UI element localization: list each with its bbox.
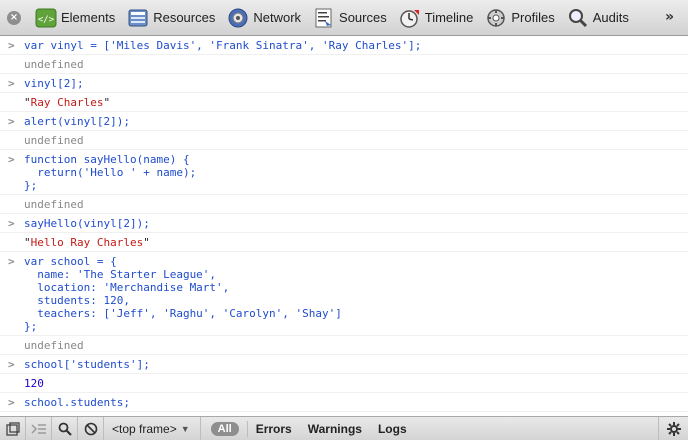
prompt-icon: >	[8, 115, 15, 128]
tab-sources[interactable]: Sources	[309, 0, 391, 36]
console-result: "Hello Ray Charles"	[0, 233, 688, 252]
filter-errors-button[interactable]: Errors	[256, 422, 292, 436]
prompt-icon: >	[8, 358, 15, 371]
network-icon	[228, 8, 248, 27]
console-result: 120	[0, 374, 688, 393]
tab-profiles-label: Profiles	[511, 10, 555, 25]
console-entry: > alert(vinyl[2]);	[0, 112, 688, 131]
console-result: undefined	[0, 55, 688, 74]
result-value: undefined	[24, 339, 84, 352]
clear-icon	[84, 422, 97, 435]
console-entry: > var school = { name: 'The Starter Leag…	[0, 252, 688, 336]
console-drawer-icon	[30, 423, 46, 434]
more-tabs-button[interactable]: »	[665, 9, 674, 25]
console-entry: > sayHello(vinyl[2]);	[0, 214, 688, 233]
tab-profiles[interactable]: Profiles	[481, 0, 558, 36]
divider	[246, 420, 248, 437]
tab-resources[interactable]: Resources	[123, 0, 219, 36]
search-icon	[58, 422, 72, 436]
result-value: Hello Ray Charles	[30, 236, 144, 249]
console-status-bar: <top frame> ▼ All Errors Warnings Logs	[0, 416, 688, 440]
console-command: alert(vinyl[2]);	[24, 115, 130, 128]
tab-sources-label: Sources	[339, 10, 387, 25]
result-value: Ray Charles	[30, 96, 104, 109]
tab-network[interactable]: Network	[223, 0, 305, 36]
tab-audits-label: Audits	[592, 10, 629, 25]
prompt-icon: >	[8, 153, 15, 166]
result-value: 120	[24, 377, 44, 390]
console-result: undefined	[0, 131, 688, 150]
search-button[interactable]	[52, 416, 78, 440]
svg-text:</>: </>	[38, 15, 55, 25]
sources-icon	[315, 8, 332, 27]
result-value: undefined	[24, 134, 84, 147]
tab-elements[interactable]: </> Elements	[31, 0, 119, 36]
show-console-button[interactable]	[26, 416, 52, 440]
tab-resources-label: Resources	[153, 10, 216, 25]
prompt-icon: >	[8, 77, 15, 90]
console-entry: > school.students;	[0, 393, 688, 412]
elements-icon: </>	[35, 8, 57, 27]
dock-toggle-button[interactable]	[0, 416, 26, 440]
tab-audits[interactable]: Audits	[563, 0, 633, 36]
console-result: undefined	[0, 336, 688, 355]
tab-elements-label: Elements	[61, 10, 116, 25]
console-command: var vinyl = ['Miles Davis', 'Frank Sinat…	[24, 39, 422, 52]
console-command: function sayHello(name) { return('Hello …	[24, 153, 197, 192]
console-entry: > var vinyl = ['Miles Davis', 'Frank Sin…	[0, 36, 688, 55]
console-command: sayHello(vinyl[2]);	[24, 217, 150, 230]
clear-console-button[interactable]	[78, 416, 104, 440]
console-command: school['students'];	[24, 358, 150, 371]
close-icon[interactable]: ×	[7, 10, 21, 25]
settings-button[interactable]	[658, 417, 688, 440]
console-entry: > vinyl[2];	[0, 74, 688, 93]
devtools-toolbar: × </> Elements Resources Network Sources…	[0, 0, 688, 36]
prompt-icon: >	[8, 255, 15, 268]
gear-icon	[666, 422, 681, 436]
prompt-icon: >	[8, 396, 15, 409]
timeline-icon	[399, 9, 419, 28]
console-entry: > school['students'];	[0, 355, 688, 374]
frame-selector[interactable]: <top frame> ▼	[104, 416, 201, 440]
dock-icon	[5, 421, 20, 436]
prompt-icon: >	[8, 39, 15, 52]
console-command: vinyl[2];	[24, 77, 84, 90]
console-command: school.students;	[24, 396, 130, 409]
resources-icon	[128, 9, 148, 26]
prompt-icon: >	[8, 217, 15, 230]
tab-timeline[interactable]: Timeline	[395, 0, 478, 36]
result-value: undefined	[24, 58, 84, 71]
filter-logs-button[interactable]: Logs	[378, 422, 407, 436]
tab-network-label: Network	[253, 10, 302, 25]
filter-all-button[interactable]: All	[210, 421, 239, 436]
filter-warnings-button[interactable]: Warnings	[308, 422, 362, 436]
console-entry: > function sayHello(name) { return('Hell…	[0, 150, 688, 195]
tab-timeline-label: Timeline	[424, 10, 474, 25]
chevron-down-icon: ▼	[180, 423, 190, 434]
console-command: var school = { name: 'The Starter League…	[24, 255, 342, 333]
console-result: undefined	[0, 195, 688, 214]
profiles-icon	[487, 8, 506, 27]
console-result: "Ray Charles"	[0, 93, 688, 112]
console-output[interactable]: > var vinyl = ['Miles Davis', 'Frank Sin…	[0, 36, 688, 440]
frame-selector-label: <top frame>	[112, 421, 177, 436]
result-value: undefined	[24, 198, 84, 211]
audits-icon	[568, 8, 587, 27]
